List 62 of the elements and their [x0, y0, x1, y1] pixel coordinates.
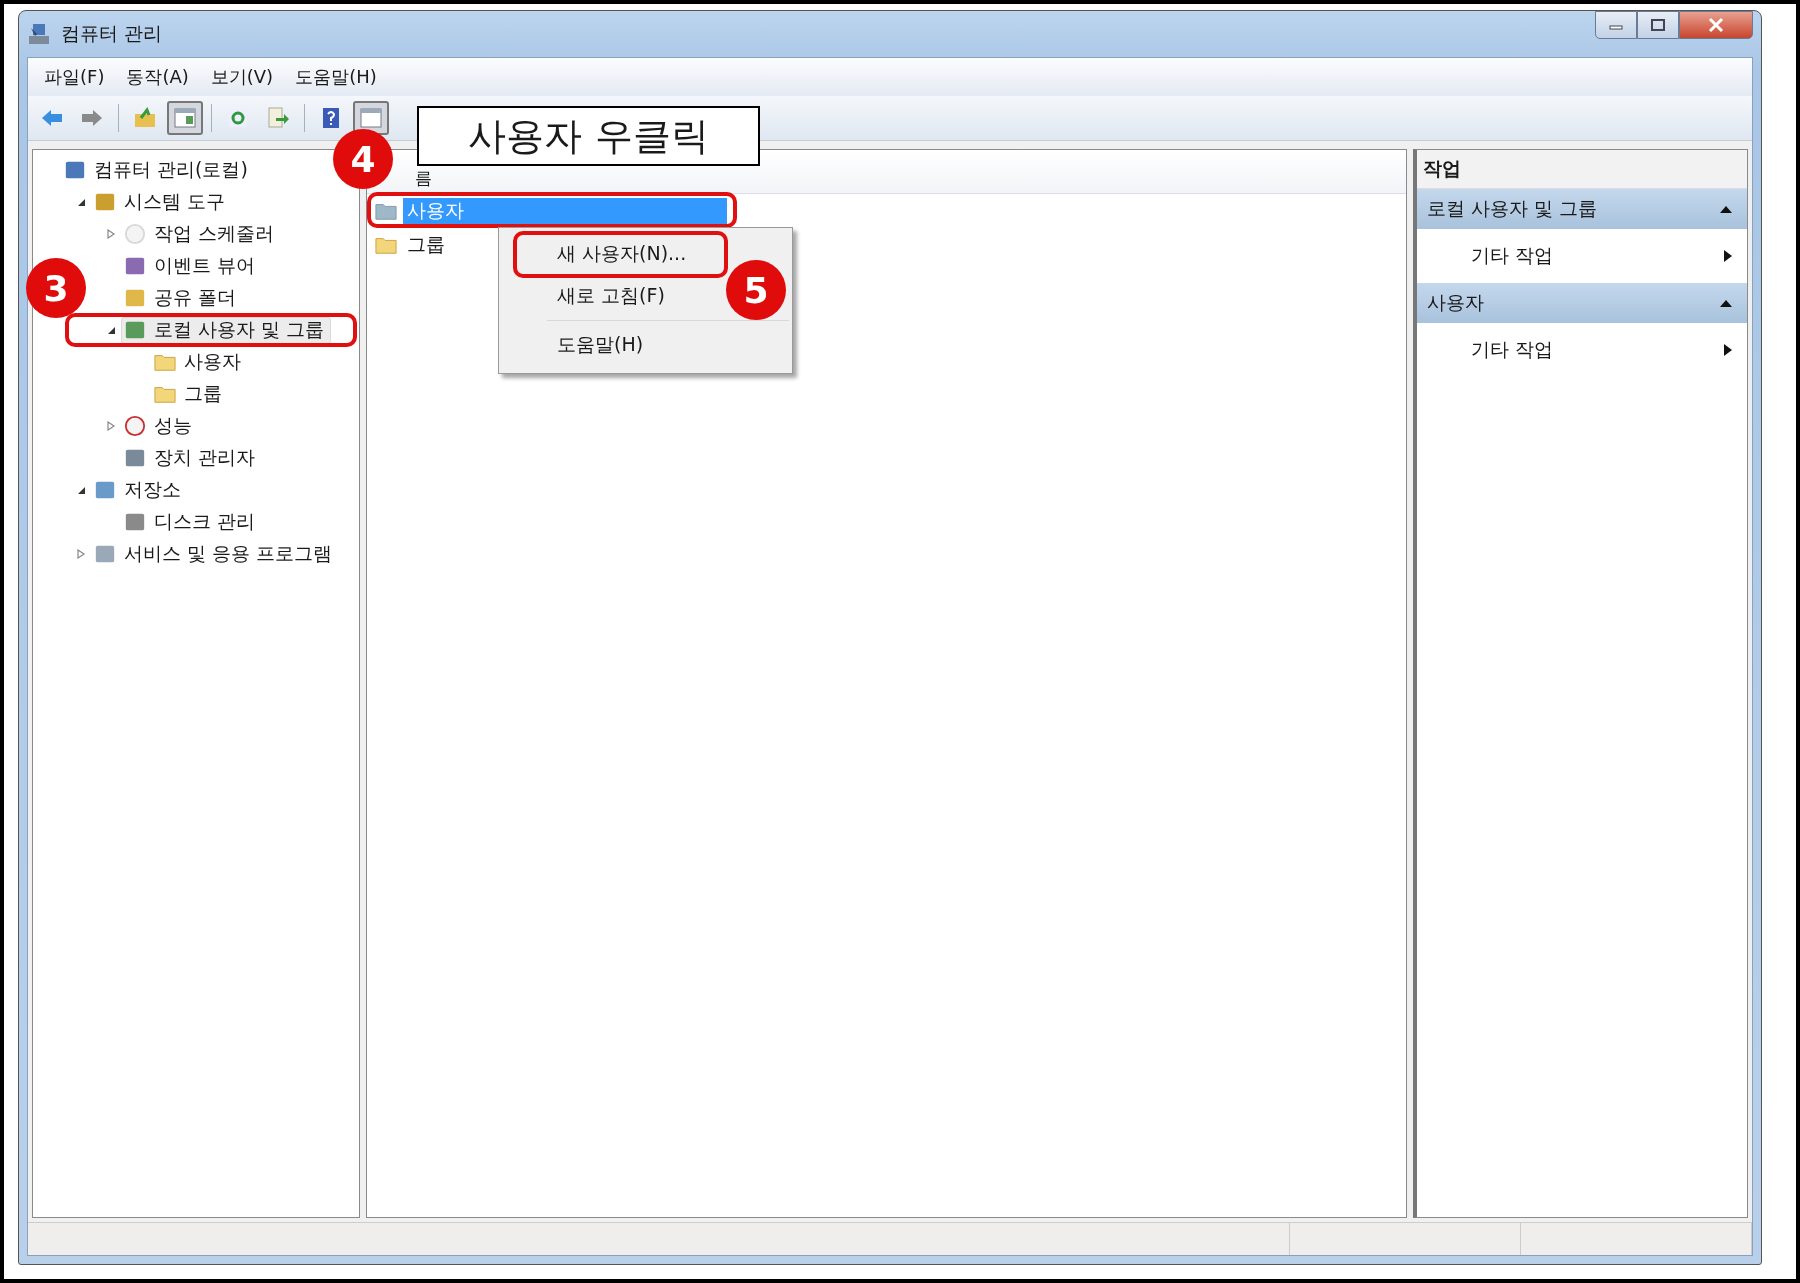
maximize-icon — [1648, 18, 1668, 32]
tree-item[interactable]: 그룹 — [151, 380, 229, 408]
export-icon — [266, 106, 290, 130]
tree-item[interactable]: 공유 폴더 — [121, 284, 244, 312]
expanded-arrow-icon[interactable] — [106, 325, 116, 335]
node-icon — [124, 511, 146, 533]
submenu-arrow-icon — [1723, 249, 1733, 263]
context-menu-item[interactable]: 도움말(H) — [553, 327, 648, 363]
tree-item[interactable]: 작업 스케줄러 — [121, 220, 282, 248]
context-menu-item[interactable]: 새 사용자(N)... — [553, 236, 691, 272]
action-item[interactable]: 기타 작업 — [1417, 229, 1747, 283]
collapsed-arrow-icon[interactable] — [106, 229, 116, 239]
menu-item[interactable]: 도움말(H) — [287, 62, 385, 92]
tree-item[interactable]: 사용자 — [151, 348, 248, 376]
close-button[interactable] — [1679, 11, 1753, 39]
action-section-header[interactable]: 로컬 사용자 및 그룹 — [1417, 189, 1747, 229]
node-icon — [94, 543, 116, 565]
node-icon — [124, 223, 146, 245]
node-icon — [94, 479, 116, 501]
computer-management-icon — [27, 22, 51, 46]
menu-item[interactable]: 보기(V) — [202, 62, 282, 92]
tree-item[interactable]: 장치 관리자 — [121, 444, 263, 472]
up-folder-icon — [133, 106, 157, 130]
submenu-arrow-icon — [1723, 343, 1733, 357]
close-icon — [1706, 17, 1726, 33]
tree-item[interactable]: 컴퓨터 관리(로컬) — [61, 156, 255, 184]
actions-header: 작업 — [1417, 150, 1747, 189]
tree-item[interactable]: 시스템 도구 — [91, 188, 233, 216]
node-icon — [124, 319, 146, 341]
tree-item[interactable]: 저장소 — [91, 476, 188, 504]
tree-pane-icon — [173, 106, 197, 130]
collapse-caret-icon — [1719, 298, 1733, 308]
tree-item[interactable]: 로컬 사용자 및 그룹 — [121, 316, 332, 344]
tree-item[interactable]: 서비스 및 응용 프로그램 — [91, 540, 340, 568]
expanded-arrow-icon[interactable] — [76, 197, 86, 207]
collapsed-arrow-icon[interactable] — [106, 421, 116, 431]
collapse-caret-icon — [1719, 204, 1733, 214]
node-icon — [124, 415, 146, 437]
callout-label: 사용자 우클릭 — [417, 106, 760, 166]
tree-item[interactable]: 성능 — [121, 412, 199, 440]
maximize-button[interactable] — [1637, 11, 1679, 39]
expanded-arrow-icon[interactable] — [76, 485, 86, 495]
node-icon — [124, 447, 146, 469]
tree-item[interactable]: 이벤트 뷰어 — [121, 252, 263, 280]
column-header[interactable]: 름 — [415, 168, 432, 188]
context-menu-item[interactable]: 새로 고침(F) — [553, 278, 669, 314]
refresh-icon — [226, 106, 250, 130]
minimize-button[interactable] — [1595, 11, 1637, 39]
collapsed-arrow-icon[interactable] — [76, 549, 86, 559]
node-icon — [124, 287, 146, 309]
menu-item[interactable]: 동작(A) — [118, 62, 197, 92]
action-pane-button[interactable] — [353, 101, 389, 135]
menu-item[interactable]: 파일(F) — [36, 62, 113, 92]
node-icon — [94, 191, 116, 213]
node-icon — [64, 159, 86, 181]
tree-item[interactable]: 디스크 관리 — [121, 508, 263, 536]
node-icon — [124, 255, 146, 277]
action-pane-icon — [359, 106, 383, 130]
window-title: 컴퓨터 관리 — [61, 21, 163, 46]
tree-pane-button[interactable] — [167, 101, 203, 135]
action-item[interactable]: 기타 작업 — [1417, 323, 1747, 377]
action-section-header[interactable]: 사용자 — [1417, 283, 1747, 323]
